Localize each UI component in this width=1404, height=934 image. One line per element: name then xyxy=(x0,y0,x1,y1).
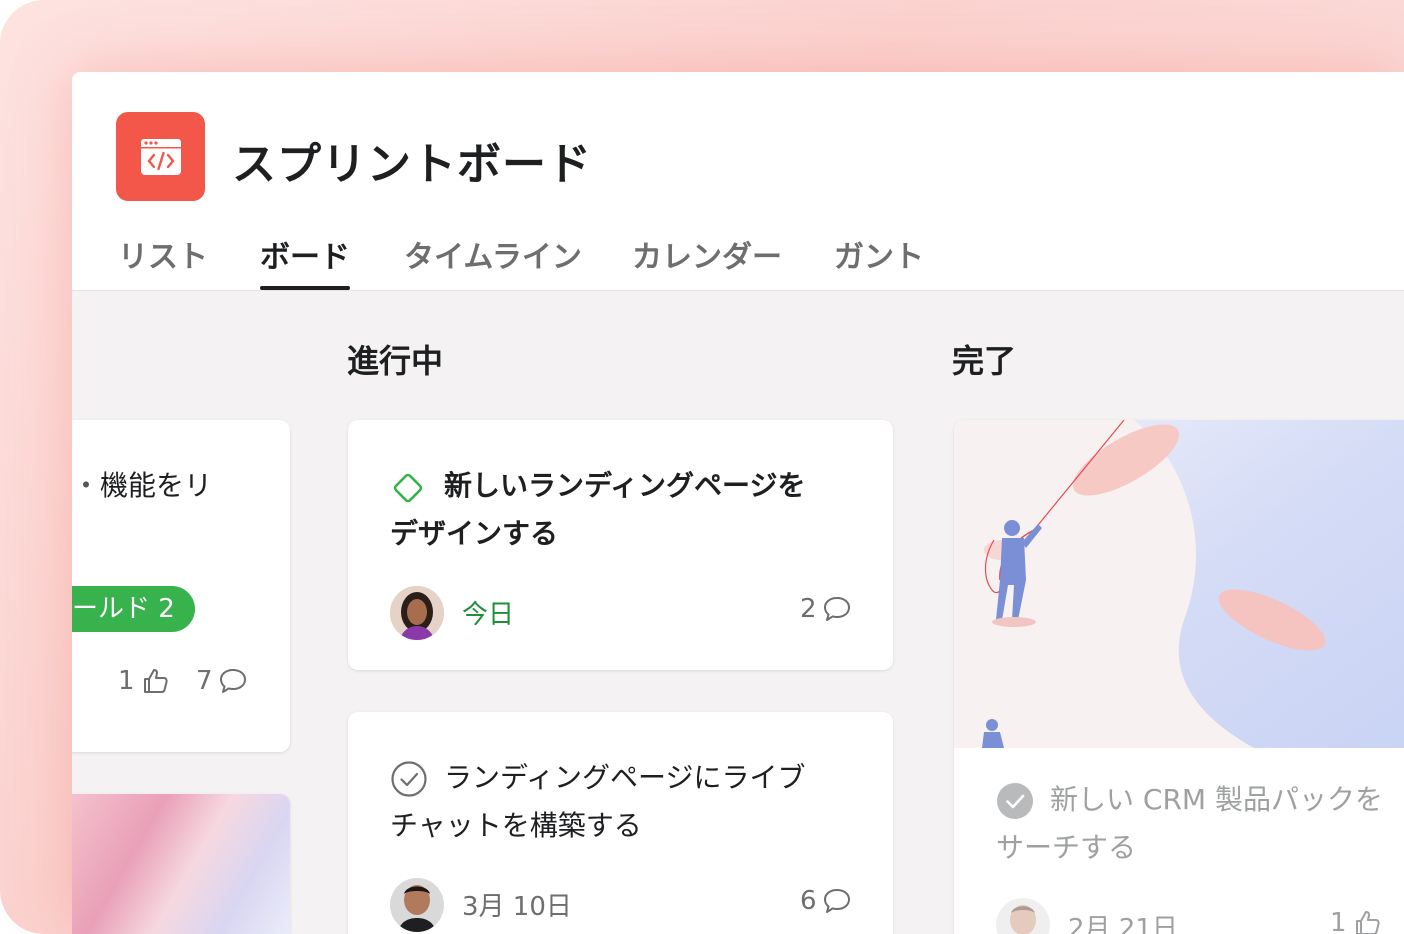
diamond-milestone-icon[interactable] xyxy=(390,470,426,506)
task-title: ・機能をリ xyxy=(72,469,213,502)
check-circle-icon[interactable] xyxy=(390,760,428,798)
likes-count[interactable]: 1 xyxy=(1330,908,1381,934)
task-card-partial[interactable]: ・機能をリ ールド 2 1 7 xyxy=(72,420,290,752)
avatar[interactable] xyxy=(390,586,444,640)
check-circle-filled-icon[interactable] xyxy=(996,782,1034,820)
project-header: スプリントボード リスト ボード タイムライン カレンダー ガント xyxy=(72,72,1404,291)
avatar[interactable] xyxy=(996,898,1050,934)
comment-icon xyxy=(219,669,246,693)
task-title-line-2: サーチする xyxy=(996,831,1137,864)
cover-image xyxy=(954,420,1404,748)
task-title-line-1: 新しいランディングページを xyxy=(444,469,806,502)
due-date: 2月 21日 xyxy=(1068,914,1178,934)
likes-count[interactable]: 1 xyxy=(118,666,169,696)
project-icon xyxy=(116,112,205,201)
active-tab-indicator xyxy=(260,286,350,290)
custom-field-tag: ールド 2 xyxy=(72,586,195,632)
comments-count[interactable]: 2 xyxy=(800,594,851,624)
task-card[interactable]: ランディングページにライブ チャットを構築する 3月 10日 6 xyxy=(348,712,893,934)
comment-icon xyxy=(823,597,850,621)
illustration-image xyxy=(954,420,1404,748)
tab-gantt[interactable]: ガント xyxy=(834,232,924,290)
due-date: 今日 xyxy=(462,600,515,630)
tab-list[interactable]: リスト xyxy=(118,232,208,290)
comments-count[interactable]: 6 xyxy=(800,886,851,916)
tab-calendar[interactable]: カレンダー xyxy=(632,232,782,290)
app-window: スプリントボード リスト ボード タイムライン カレンダー ガント ・機能をリ … xyxy=(72,72,1404,934)
task-title-line-1: 新しい CRM 製品パックを xyxy=(1050,783,1383,816)
code-window-icon xyxy=(140,138,181,175)
task-title-line-2: チャットを構築する xyxy=(390,809,642,842)
thumbs-up-icon xyxy=(1355,911,1380,934)
column-title-in-progress: 進行中 xyxy=(347,342,444,380)
avatar[interactable] xyxy=(390,878,444,932)
task-card-image-partial[interactable] xyxy=(72,794,290,934)
person-avatar-icon xyxy=(390,586,444,640)
comments-count[interactable]: 7 xyxy=(196,666,247,696)
person-avatar-icon xyxy=(996,898,1050,934)
task-card-completed[interactable]: 新しい CRM 製品パックを サーチする 2月 21日 1 xyxy=(954,420,1404,934)
tab-timeline[interactable]: タイムライン xyxy=(404,232,582,290)
tab-board[interactable]: ボード xyxy=(260,232,350,290)
thumbs-up-icon xyxy=(143,669,168,693)
task-title-line-2: デザインする xyxy=(390,517,559,550)
task-title-line-1: ランディングページにライブ xyxy=(444,761,806,794)
task-card[interactable]: 新しいランディングページを デザインする 今日 2 xyxy=(348,420,893,670)
person-avatar-icon xyxy=(390,878,444,932)
column-title-done: 完了 xyxy=(952,342,1017,380)
page-title: スプリントボード xyxy=(232,139,592,190)
cover-image xyxy=(72,794,290,934)
due-date: 3月 10日 xyxy=(462,892,572,922)
comment-icon xyxy=(823,889,850,913)
